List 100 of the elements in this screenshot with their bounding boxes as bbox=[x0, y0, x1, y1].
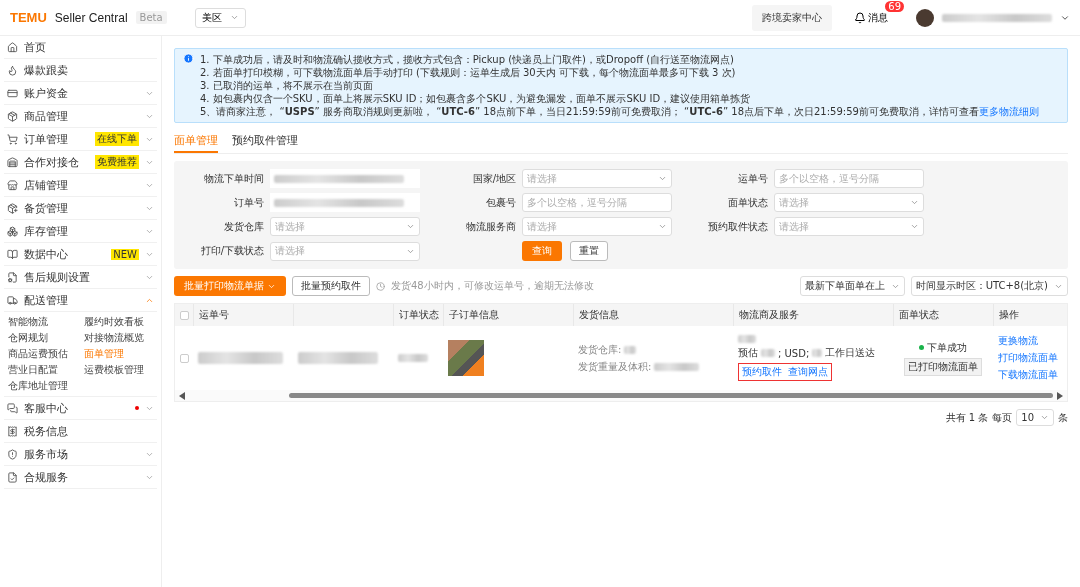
scrollbar-thumb[interactable] bbox=[289, 393, 1053, 398]
blurred-value bbox=[654, 362, 700, 371]
blurred-order-status bbox=[398, 354, 428, 362]
seller-center-button[interactable]: 跨境卖家中心 bbox=[752, 4, 832, 31]
shipping-label: 发货重量及体积: bbox=[578, 359, 652, 374]
filter-label: 打印/下载状态 bbox=[200, 244, 264, 258]
menu-badge: 免费推荐 bbox=[95, 155, 139, 169]
blurred-carrier bbox=[738, 335, 756, 343]
menu-icon bbox=[7, 271, 18, 283]
menu-icon bbox=[7, 64, 18, 76]
reset-button[interactable]: 重置 bbox=[570, 241, 608, 261]
chevron-down-icon bbox=[658, 174, 667, 183]
menu-icon bbox=[7, 41, 18, 53]
menu-icon bbox=[7, 110, 18, 122]
sidebar-item[interactable]: 首页 bbox=[4, 36, 157, 59]
scroll-left-icon[interactable] bbox=[179, 391, 185, 400]
brand-logo: TEMU bbox=[10, 10, 47, 25]
notice-text: 5、请商家注意， “USPS” 服务商取消规则更新啦， “UTC-6” 18点前下单，当日21:59:59前可免费取消； “UTC-6” 18点后下单，次日21:59:59前可免费取消，详情可查看更多物流细则 bbox=[200, 105, 1039, 118]
menu-icon bbox=[7, 225, 18, 237]
filter-label: 发货仓库 bbox=[224, 219, 264, 234]
rules-link[interactable]: 更多物流细则 bbox=[978, 106, 1039, 117]
delivery-text: 工作日送达 bbox=[825, 346, 876, 360]
sidebar-item[interactable]: 账户资金 bbox=[4, 82, 157, 105]
submenu-item[interactable]: 商品运费预估 bbox=[8, 346, 68, 362]
service-link[interactable]: 预约取件 bbox=[742, 365, 782, 379]
submenu-item[interactable]: 对接物流概览 bbox=[84, 330, 144, 346]
tab[interactable]: 预约取件管理 bbox=[232, 130, 298, 153]
menu-icon bbox=[7, 87, 18, 99]
sidebar-item[interactable]: 税务信息 bbox=[4, 420, 157, 443]
info-icon bbox=[183, 53, 194, 64]
sidebar-item[interactable]: 合作对接仓 免费推荐 bbox=[4, 151, 157, 174]
menu-icon bbox=[7, 248, 18, 260]
hint-text: 发货48小时内，可修改运单号，逾期无法修改 bbox=[391, 279, 594, 293]
clock-icon bbox=[376, 281, 385, 291]
sidebar-item[interactable]: 服务市场 bbox=[4, 443, 157, 466]
operation-link[interactable]: 更换物流 bbox=[998, 334, 1062, 348]
date-field[interactable] bbox=[270, 169, 420, 188]
sidebar-item[interactable]: 数据中心 NEW bbox=[4, 243, 157, 266]
page-size-select[interactable]: 10 bbox=[1016, 409, 1054, 426]
notice-text: 2. 若面单打印模糊，可下载物流面单后手动打印 (下载规则：运单生成后 30天内 可下载，每个物流面单最多可下载 3 次) bbox=[200, 66, 737, 79]
notice-text: 4. 如包裹内仅含一个SKU，面单上将展示SKU ID；如包裹含多个SKU，为避免漏发，面单不展示SKU ID，建议使用箱单拣货 bbox=[200, 92, 752, 105]
filter-label: 物流下单时间 bbox=[204, 171, 264, 186]
total-count: 共有 1 条 bbox=[945, 410, 989, 425]
sidebar-item[interactable]: 客服中心 bbox=[4, 397, 157, 420]
menu-icon bbox=[7, 133, 18, 145]
row-checkbox[interactable] bbox=[180, 353, 189, 363]
unit-label: 条 bbox=[1058, 410, 1068, 425]
estimate-label: 预估 bbox=[738, 346, 758, 360]
sidebar-item[interactable]: 售后规则设置 bbox=[4, 266, 157, 289]
sidebar-item[interactable]: 商品管理 bbox=[4, 105, 157, 128]
menu-icon bbox=[7, 156, 18, 168]
submenu-item[interactable]: 营业日配置 bbox=[8, 362, 58, 378]
blurred-value bbox=[624, 345, 637, 354]
sidebar-item[interactable]: 库存管理 bbox=[4, 220, 157, 243]
message-count-badge: 69 bbox=[885, 0, 904, 12]
filter-label: 包裹号 bbox=[486, 195, 516, 210]
chevron-down-icon bbox=[1040, 413, 1049, 422]
submenu-item[interactable]: 履约时效看板 bbox=[84, 314, 144, 330]
filter-label: 国家/地区 bbox=[472, 171, 516, 186]
beta-tag: Beta bbox=[135, 11, 167, 24]
blurred-value bbox=[761, 349, 775, 357]
filter-label: 订单号 bbox=[234, 195, 264, 210]
service-link[interactable]: 查询网点 bbox=[788, 365, 828, 379]
filter-label: 面单状态 bbox=[728, 195, 768, 210]
menu-badge: NEW bbox=[111, 248, 139, 260]
sort-select[interactable]: 最新下单面单在上 bbox=[799, 276, 905, 296]
notification-dot bbox=[135, 406, 139, 410]
submenu-item[interactable]: 仓网规划 bbox=[8, 330, 48, 346]
sidebar-item[interactable]: 配送管理 bbox=[4, 289, 157, 312]
blurred-value bbox=[812, 349, 823, 357]
status-text: 下单成功 bbox=[927, 340, 967, 355]
product-name: Seller Central bbox=[54, 10, 128, 25]
region-select[interactable]: 美区 bbox=[194, 7, 246, 28]
avatar[interactable] bbox=[916, 8, 934, 27]
chevron-down-icon bbox=[658, 222, 667, 231]
currency-text: ; USD; bbox=[778, 347, 810, 359]
menu-icon bbox=[7, 179, 18, 191]
sidebar-item[interactable]: 合规服务 bbox=[4, 466, 157, 489]
submenu-item[interactable]: 运费模板管理 bbox=[84, 362, 144, 378]
menu-icon bbox=[7, 448, 18, 460]
sidebar-item[interactable]: 备货管理 bbox=[4, 197, 157, 220]
select-all-checkbox[interactable] bbox=[180, 310, 189, 320]
filter-label: 预约取件状态 bbox=[708, 219, 768, 234]
status-dot bbox=[919, 345, 924, 350]
batch-pickup-button[interactable]: 批量预约取件 bbox=[292, 276, 370, 296]
scroll-right-icon[interactable] bbox=[1057, 391, 1063, 400]
submenu-item[interactable]: 仓库地址管理 bbox=[8, 378, 68, 394]
bell-icon bbox=[854, 11, 866, 24]
timezone-select[interactable]: 时间显示时区：UTC+8(北京) bbox=[910, 276, 1068, 296]
operation-link[interactable]: 下载物流面单 bbox=[998, 368, 1062, 382]
sidebar-item[interactable]: 爆款跟卖 bbox=[4, 59, 157, 82]
operation-link[interactable]: 打印物流面单 bbox=[998, 351, 1062, 365]
filter-label: 运单号 bbox=[738, 171, 768, 186]
sidebar-item[interactable]: 店铺管理 bbox=[4, 174, 157, 197]
date-field[interactable] bbox=[270, 193, 420, 212]
submenu-item[interactable]: 智能物流 bbox=[8, 314, 48, 330]
sidebar-item[interactable]: 订单管理 在线下单 bbox=[4, 128, 157, 151]
menu-icon bbox=[7, 402, 18, 414]
printed-tag: 已打印物流面单 bbox=[904, 357, 982, 376]
per-page-label: 每页 bbox=[992, 410, 1013, 425]
